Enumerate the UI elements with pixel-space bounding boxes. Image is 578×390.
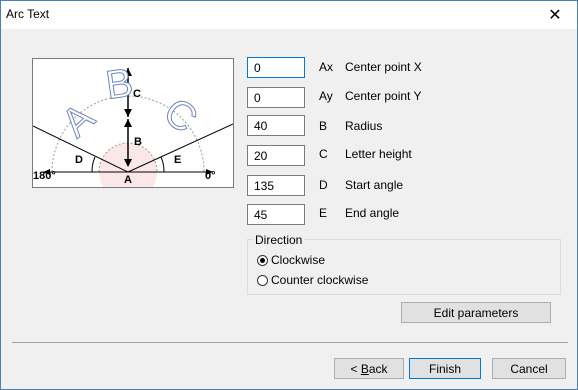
start-angle-arc <box>91 156 96 173</box>
window-title: Arc Text <box>6 7 50 21</box>
label-c: C <box>133 88 141 100</box>
radius-input[interactable]: 40 <box>247 115 305 136</box>
footer-separator <box>12 342 568 343</box>
arc-diagram-svg: A B C C B D E A 180° 0° <box>32 60 234 201</box>
cancel-button[interactable]: Cancel <box>492 358 566 379</box>
center-y-input[interactable]: 0 <box>247 87 305 108</box>
finish-button[interactable]: Finish <box>409 358 481 379</box>
back-button[interactable]: < Back <box>334 358 404 379</box>
radius-label: Radius <box>345 119 383 133</box>
clockwise-radio-indicator[interactable] <box>257 254 268 266</box>
arc-letter-b: B <box>103 61 136 108</box>
back-button-accelerator: B <box>360 361 369 376</box>
label-180-degrees: 180° <box>33 170 56 182</box>
arc-letter-c: C <box>155 89 205 141</box>
counter-clockwise-radio[interactable]: Counter clockwise <box>257 273 368 287</box>
center-x-symbol: Ax <box>319 60 334 74</box>
end-angle-label: End angle <box>345 206 400 220</box>
close-icon: ✕ <box>548 7 562 24</box>
clockwise-label: Clockwise <box>271 253 326 267</box>
edit-parameters-button[interactable]: Edit parameters <box>401 302 551 323</box>
letter-height-symbol: C <box>319 147 328 161</box>
letter-height-input[interactable]: 20 <box>247 145 305 166</box>
label-a: A <box>124 174 132 186</box>
counter-clockwise-label: Counter clockwise <box>271 273 369 287</box>
direction-group-title: Direction <box>253 233 305 247</box>
center-y-symbol: Ay <box>319 89 333 103</box>
end-angle-input[interactable]: 45 <box>247 204 305 225</box>
end-angle-symbol: E <box>319 206 328 220</box>
center-x-input[interactable]: 0 <box>247 57 305 78</box>
label-e: E <box>174 154 181 166</box>
counter-clockwise-radio-indicator[interactable] <box>257 274 268 286</box>
start-angle-symbol: D <box>319 178 328 192</box>
arc-letter-a: A <box>54 95 104 146</box>
center-y-label: Center point Y <box>345 89 422 103</box>
label-0-degrees: 0° <box>205 170 216 182</box>
label-b: B <box>134 136 142 148</box>
center-x-label: Center point X <box>345 60 422 74</box>
letter-height-arrow-bottom <box>124 109 132 117</box>
label-d: D <box>75 154 83 166</box>
start-angle-label: Start angle <box>345 178 404 192</box>
end-angle-arc <box>160 156 165 173</box>
arc-text-dialog: Arc Text ✕ A B C C B D E A 180° 0° 0 Ax … <box>0 0 578 390</box>
title-bar: Arc Text ✕ <box>1 1 577 29</box>
radius-arrow-top <box>124 119 132 127</box>
back-button-rest: ack <box>368 361 388 376</box>
back-button-prefix: < <box>350 361 361 376</box>
close-button[interactable]: ✕ <box>533 1 577 29</box>
arc-text-diagram: A B C C B D E A 180° 0° <box>32 58 234 201</box>
letter-height-label: Letter height <box>345 147 412 161</box>
clockwise-radio[interactable]: Clockwise <box>257 253 325 267</box>
radius-symbol: B <box>319 119 328 133</box>
start-angle-input[interactable]: 135 <box>247 175 305 196</box>
